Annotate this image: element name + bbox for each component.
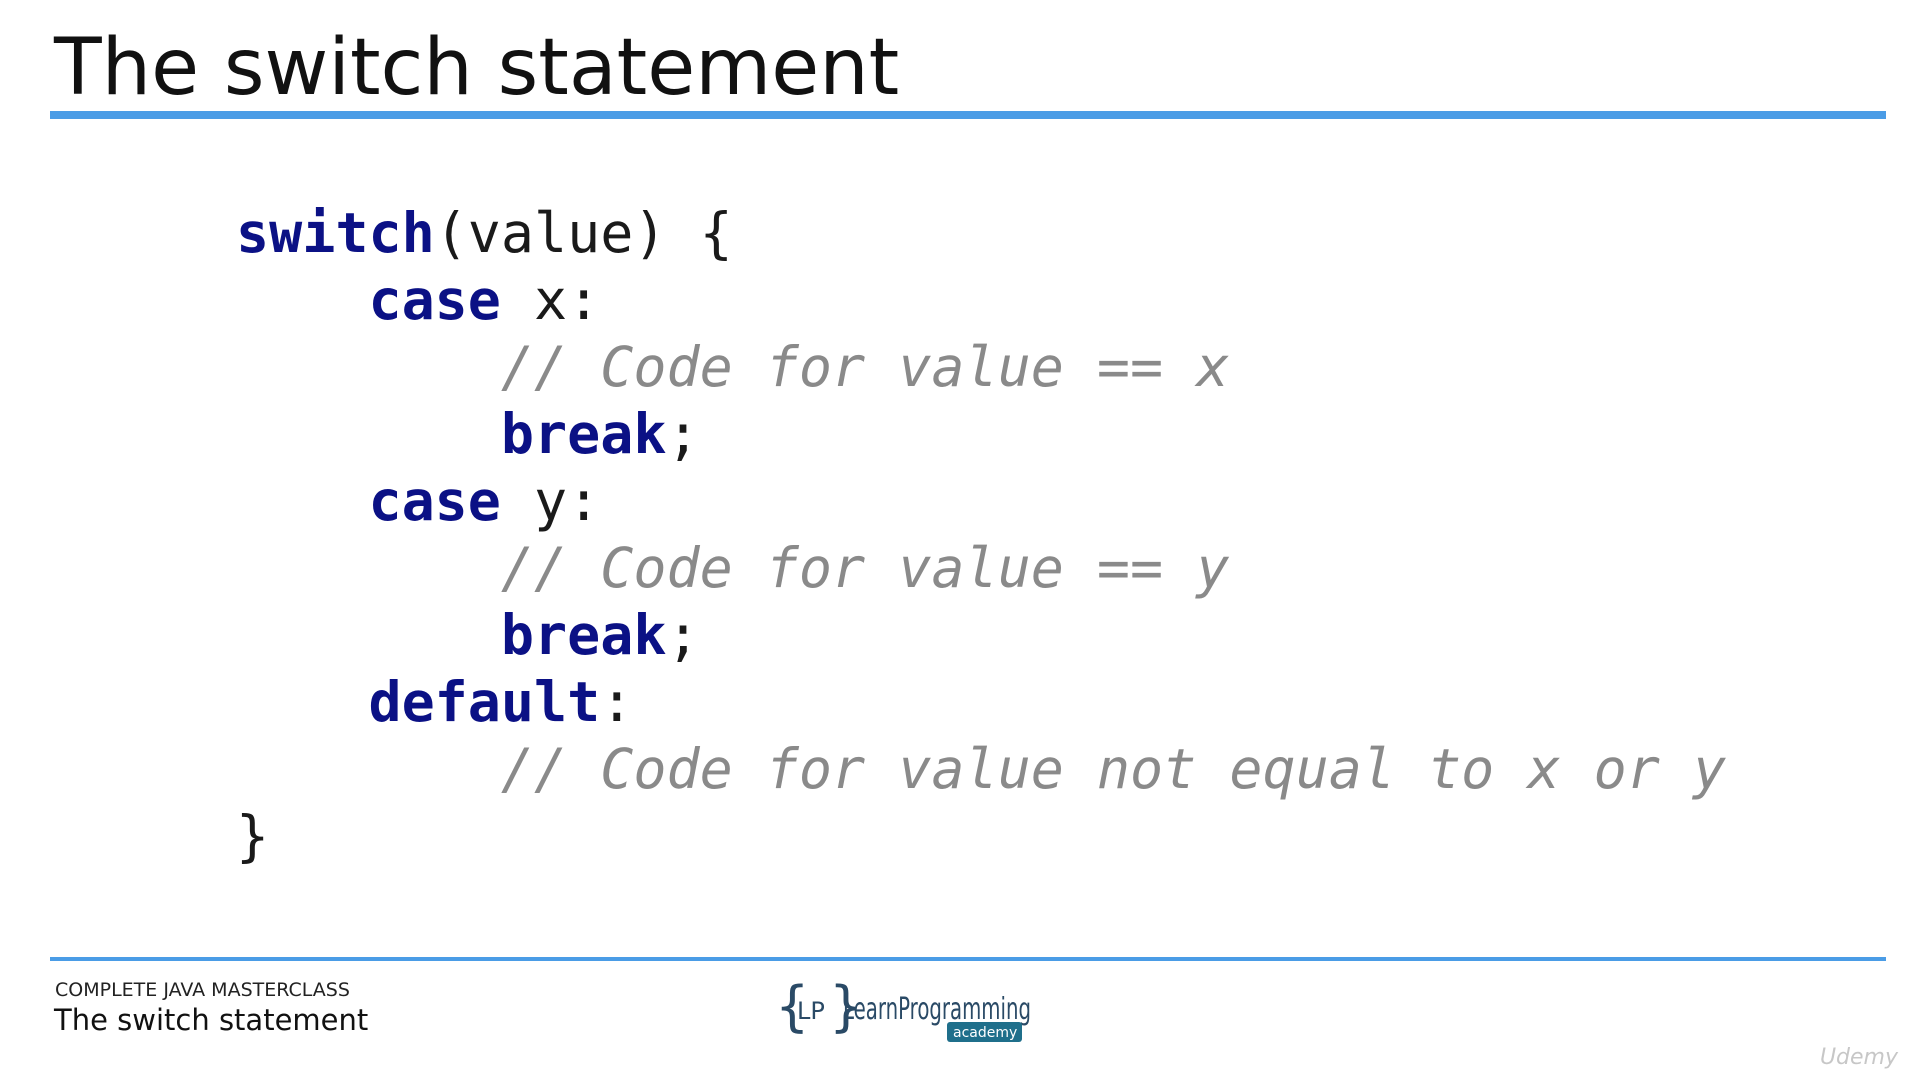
code-keyword: case xyxy=(368,268,501,332)
code-line: case y: xyxy=(236,468,1726,535)
code-comment: // Code for value == x xyxy=(500,335,1230,399)
learnprogramming-academy-logo-icon: { LP } LearnProgramming academy xyxy=(775,975,1031,1042)
code-keyword: break xyxy=(500,603,667,667)
code-line: break; xyxy=(236,401,1726,468)
title-divider xyxy=(50,111,1886,119)
code-keyword: case xyxy=(368,469,501,533)
slide-title: The switch statement xyxy=(54,23,900,113)
code-text: : xyxy=(600,670,634,734)
code-text: ; xyxy=(666,603,700,667)
svg-text:LearnProgramming: LearnProgramming xyxy=(843,992,1031,1027)
course-name: COMPLETE JAVA MASTERCLASS xyxy=(55,979,350,1001)
code-comment: // Code for value not equal to x or y xyxy=(500,737,1727,801)
udemy-watermark: Udemy xyxy=(1819,1045,1898,1070)
code-line: case x: xyxy=(236,267,1726,334)
footer-divider xyxy=(50,957,1886,961)
code-block: switch(value) { case x: // Code for valu… xyxy=(236,200,1726,870)
code-line: default: xyxy=(236,669,1726,736)
code-text: } xyxy=(236,804,270,868)
code-line: } xyxy=(236,803,1726,870)
code-keyword: default xyxy=(368,670,601,734)
code-text: (value) { xyxy=(434,201,733,265)
lecture-title: The switch statement xyxy=(54,1003,369,1037)
code-line: // Code for value == x xyxy=(236,334,1726,401)
svg-text:LP: LP xyxy=(797,997,825,1025)
slide: The switch statement switch(value) { cas… xyxy=(0,0,1920,1080)
code-line: switch(value) { xyxy=(236,200,1726,267)
code-keyword: break xyxy=(500,402,667,466)
code-line: // Code for value not equal to x or y xyxy=(236,736,1726,803)
code-text: ; xyxy=(666,402,700,466)
code-line: // Code for value == y xyxy=(236,535,1726,602)
code-comment: // Code for value == y xyxy=(500,536,1230,600)
code-keyword: switch xyxy=(236,201,435,265)
code-line: break; xyxy=(236,602,1726,669)
svg-text:academy: academy xyxy=(953,1025,1017,1041)
code-text: y: xyxy=(500,469,601,533)
code-text: x: xyxy=(500,268,601,332)
